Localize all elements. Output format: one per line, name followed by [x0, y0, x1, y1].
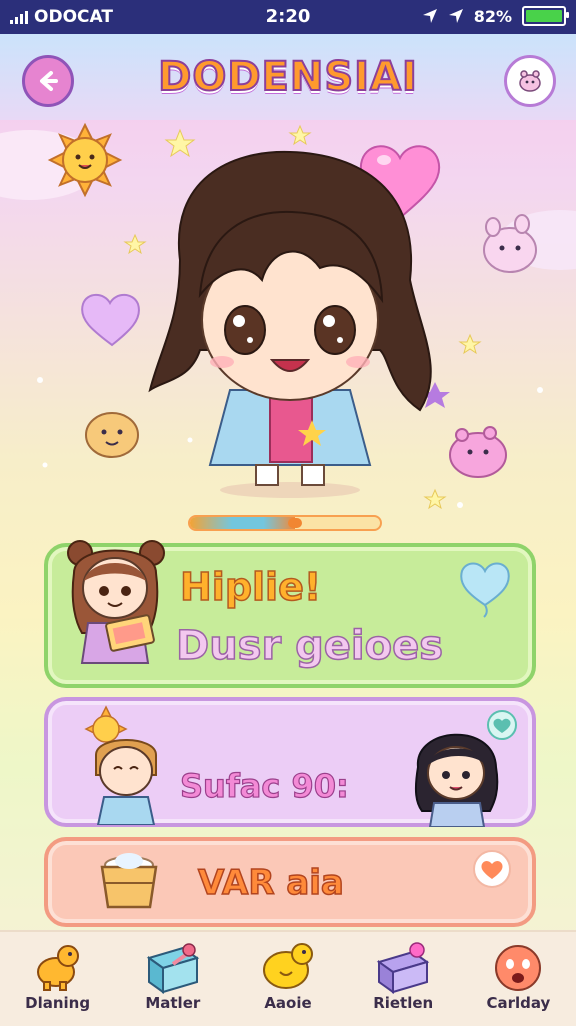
progress-fill	[190, 517, 295, 529]
nav-label: Rietlen	[373, 994, 434, 1012]
battery-percent: 82%	[473, 6, 512, 26]
card-title: Hiplie!	[179, 564, 322, 610]
sun-icon	[47, 122, 123, 198]
nav-label: Dlaning	[25, 994, 91, 1012]
face-icon	[495, 945, 542, 991]
nav-label: Carlday	[486, 994, 551, 1012]
treasure-box-icon	[376, 942, 430, 994]
location-icon	[422, 9, 437, 23]
nav-label: Aaoie	[264, 994, 312, 1012]
dark-hair-girl-avatar	[414, 710, 517, 827]
dinosaur-icon	[36, 945, 79, 991]
bucket-icon	[100, 853, 158, 909]
bottom-nav: Dlaning Matler Aaoie Rietlen Carlday	[0, 930, 576, 1026]
pink-creature-icon	[449, 426, 507, 478]
gift-box-icon	[146, 943, 200, 994]
hero-scene	[0, 120, 576, 530]
status-right: 82%	[422, 6, 569, 26]
reward-card[interactable]: VAR aia	[44, 837, 536, 927]
app-title: DODENSIAI	[157, 53, 418, 101]
navigation-icon	[448, 9, 463, 23]
heart-bubble-icon	[473, 850, 511, 888]
duck-icon	[263, 943, 313, 989]
pet-icon	[519, 70, 541, 92]
card-subtitle: Dusr geioes	[175, 622, 444, 670]
girl-with-tablet-avatar	[67, 540, 165, 664]
card-score-text: Sufac 90:	[179, 766, 349, 805]
nav-item-carlday[interactable]: Carlday	[461, 932, 576, 1026]
blob-icon	[85, 412, 139, 458]
progress-bar	[188, 515, 382, 531]
heart-balloon-icon	[460, 562, 510, 618]
nav-item-dlaning[interactable]: Dlaning	[0, 932, 115, 1026]
card-reward-text: VAR aia	[197, 862, 344, 904]
battery-icon	[522, 6, 569, 26]
greeting-card[interactable]: Hiplie! Dusr geioes	[44, 540, 536, 688]
nav-item-rietlen[interactable]: Rietlen	[346, 932, 461, 1026]
friends-card[interactable]: Sufac 90:	[44, 697, 536, 827]
nav-item-aaoie[interactable]: Aaoie	[230, 932, 345, 1026]
nav-item-matler[interactable]: Matler	[115, 932, 230, 1026]
boy-with-sun-avatar	[84, 705, 157, 825]
nav-label: Matler	[145, 994, 201, 1012]
app-header: DODENSIAI	[0, 34, 576, 120]
girl-character	[148, 150, 432, 498]
status-bar: ODOCAT 2:20 82%	[0, 0, 576, 34]
pet-menu-button[interactable]	[504, 55, 556, 107]
progress-knob	[287, 518, 302, 528]
hero-illustration	[0, 122, 576, 510]
